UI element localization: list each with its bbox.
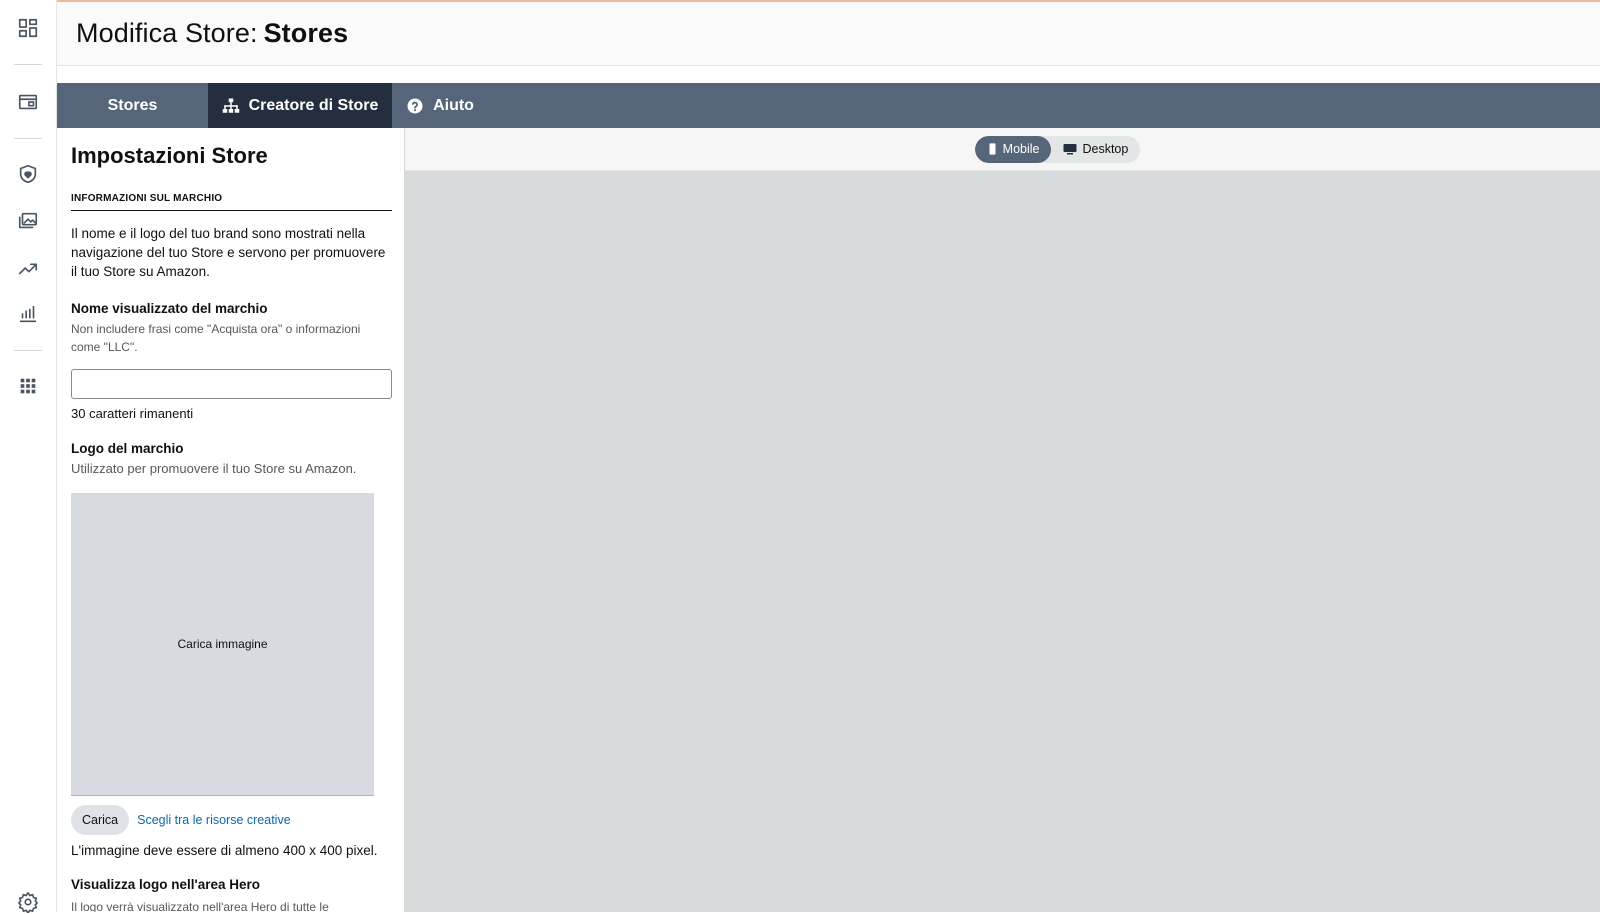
shield-heart-icon[interactable] <box>16 162 40 186</box>
page-title: Modifica Store: Stores <box>76 18 348 49</box>
store-settings-panel: Impostazioni Store INFORMAZIONI SUL MARC… <box>57 128 405 912</box>
brand-name-counter: 30 caratteri rimanenti <box>71 406 194 421</box>
mobile-view-label: Mobile <box>1002 142 1040 156</box>
apps-grid-icon[interactable] <box>16 374 40 398</box>
brand-name-help: Non includere frasi come "Acquista ora" … <box>71 322 361 354</box>
tab-help-label: Aiuto <box>433 96 474 114</box>
brand-logo-label: Logo del marchio <box>71 441 184 456</box>
logo-size-note: L'immagine deve essere di almeno 400 x 4… <box>71 843 378 858</box>
tab-help[interactable]: Aiuto <box>392 83 488 128</box>
logo-upload-dropzone[interactable]: Carica immagine <box>71 493 374 796</box>
trending-up-icon[interactable] <box>16 256 40 280</box>
brand-name-label: Nome visualizzato del marchio <box>71 301 268 316</box>
logo-upload-actions: Carica Scegli tra le risorse creative <box>71 805 391 835</box>
page-title-prefix: Modifica Store: <box>76 18 258 48</box>
sitemap-icon <box>222 98 239 113</box>
tab-stores[interactable]: Stores <box>57 83 208 128</box>
desktop-view-button[interactable]: Desktop <box>1051 136 1140 163</box>
help-circle-icon <box>407 98 423 113</box>
choose-creative-assets-link[interactable]: Scegli tra le risorse creative <box>137 813 291 827</box>
brand-logo-help: Utilizzato per promuovere il tuo Store s… <box>71 461 357 476</box>
rail-divider <box>14 64 42 65</box>
left-icon-rail <box>0 0 57 914</box>
upload-button[interactable]: Carica <box>71 805 130 835</box>
desktop-view-label: Desktop <box>1082 142 1129 156</box>
panel-title: Impostazioni Store <box>71 143 268 168</box>
bar-chart-icon[interactable] <box>16 302 40 326</box>
device-toggle: Mobile Desktop <box>974 135 1141 163</box>
settings-gear-icon[interactable] <box>16 890 40 914</box>
hero-logo-help: Il logo verrà visualizzato nell'area Her… <box>71 900 329 912</box>
store-nav-bar: Stores Creatore di Store Aiuto <box>57 83 1600 128</box>
media-library-icon[interactable] <box>16 209 40 233</box>
page-header: Modifica Store: Stores <box>57 2 1600 66</box>
dashboard-icon[interactable] <box>16 16 40 40</box>
rail-divider <box>14 138 42 139</box>
store-name: Stores <box>263 18 349 48</box>
rail-divider <box>14 350 42 351</box>
brand-intro-text: Il nome e il logo del tuo brand sono mos… <box>71 226 386 279</box>
mobile-view-button[interactable]: Mobile <box>974 135 1052 163</box>
store-preview-canvas[interactable] <box>405 171 1600 912</box>
brand-name-input[interactable] <box>71 369 392 399</box>
preview-toolbar: Mobile Desktop <box>405 128 1600 171</box>
tab-stores-label: Stores <box>107 96 158 114</box>
tab-store-builder[interactable]: Creatore di Store <box>208 83 392 128</box>
desktop-icon <box>1063 144 1077 155</box>
storefront-icon[interactable] <box>16 90 40 114</box>
mobile-icon <box>989 143 996 155</box>
tab-store-builder-label: Creatore di Store <box>248 96 379 114</box>
upload-placeholder-text: Carica immagine <box>177 637 268 651</box>
section-title-brand-info: INFORMAZIONI SUL MARCHIO <box>71 193 392 211</box>
hero-logo-label: Visualizza logo nell'area Hero <box>71 877 261 892</box>
